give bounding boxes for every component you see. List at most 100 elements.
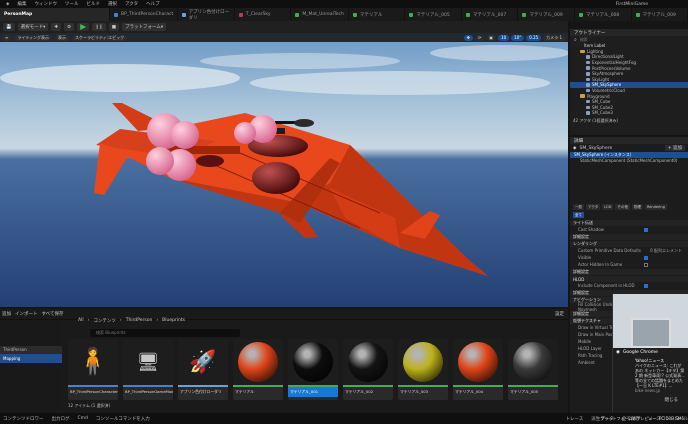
- document-tab[interactable]: マテリアル_009: [518, 8, 575, 21]
- grid-snap-value[interactable]: 10: [498, 34, 510, 41]
- save-icon[interactable]: 💾: [3, 23, 15, 31]
- property-checkbox[interactable]: [644, 255, 648, 260]
- select-mode-button[interactable]: 選択モード ▾: [17, 23, 49, 31]
- asset-type-icon: [635, 12, 640, 17]
- filter-tab[interactable]: Rendering: [644, 204, 667, 211]
- outliner-row-label: PostProcessVolume: [592, 65, 631, 71]
- status-item[interactable]: 出力ログ: [52, 416, 70, 422]
- viewport-option[interactable]: スケーラビリティ:エピック: [72, 34, 128, 41]
- asset-thumbnail: [398, 339, 448, 385]
- property-checkbox[interactable]: [644, 227, 648, 232]
- status-bar: コンテンツドロワー 出力ログ Cmd コンソールコマンドを入力 トレース 派生データ 全て保…: [0, 413, 688, 424]
- rotate-tool-icon[interactable]: ⟳: [474, 34, 485, 41]
- document-tab[interactable]: BP_ThirdPersonCharact: [110, 8, 179, 21]
- filter-tab[interactable]: 物理: [631, 204, 643, 211]
- property-checkbox[interactable]: [644, 283, 648, 288]
- document-tab[interactable]: M_Mat_UnrealTech: [291, 8, 349, 21]
- status-item[interactable]: トレース: [565, 416, 583, 422]
- outliner-search-input[interactable]: 検索: [580, 37, 588, 43]
- document-tab[interactable]: T_ClearSky: [235, 8, 292, 21]
- stop-button[interactable]: ■: [108, 23, 120, 31]
- step-button[interactable]: ❙❙: [92, 23, 106, 31]
- filter-tab[interactable]: 一般: [573, 204, 584, 211]
- folder-tree-item[interactable]: [0, 320, 62, 329]
- move-tool-icon[interactable]: ✥: [463, 34, 473, 41]
- status-item[interactable]: Cmd: [78, 416, 88, 421]
- asset-tile[interactable]: マテリアル_001: [288, 339, 338, 400]
- add-actor-button[interactable]: ✚: [51, 23, 62, 31]
- save-all-button[interactable]: すべて保存: [42, 311, 64, 317]
- viewport-scene: [0, 33, 568, 307]
- menu-item[interactable]: アクタ: [125, 1, 138, 7]
- level-tab[interactable]: PersonMap: [0, 8, 110, 21]
- menu-item[interactable]: 選択: [108, 1, 117, 7]
- asset-tile[interactable]: マテリアル_005: [508, 339, 558, 400]
- status-item[interactable]: コンソールコマンドを入力: [96, 416, 150, 422]
- viewport-toolbar: ≡ ライティング表示 表示 スケーラビリティ:エピック ✥ ⟳ ▣ 10 10°…: [0, 33, 568, 42]
- filter-all-tab[interactable]: 全て: [573, 212, 584, 219]
- add-component-button[interactable]: + 追加: [664, 145, 685, 151]
- outliner-row[interactable]: SM_Cube3: [570, 110, 688, 116]
- asset-search-input[interactable]: 検索 Blueprints: [90, 329, 240, 337]
- rotation-snap-value[interactable]: 10°: [511, 34, 525, 41]
- asset-tile[interactable]: マテリアル: [233, 339, 283, 400]
- property-checkbox[interactable]: [644, 262, 648, 267]
- notification-close-button[interactable]: 閉じる: [613, 397, 688, 403]
- menu-item[interactable]: ビルド: [86, 1, 100, 7]
- menu-item[interactable]: ツール: [65, 1, 79, 7]
- document-tab[interactable]: マテリアル_008: [575, 8, 632, 21]
- material-sphere: [513, 342, 553, 382]
- menu-item[interactable]: ヘルプ: [146, 1, 160, 7]
- ue-logo-icon[interactable]: ◈: [6, 2, 9, 7]
- document-tab[interactable]: マテリアル: [349, 8, 406, 21]
- document-tab[interactable]: アプリン色付けローダリ: [178, 8, 235, 21]
- asset-tile[interactable]: マテリアル_002: [343, 339, 393, 400]
- add-asset-button[interactable]: 追加: [2, 311, 11, 317]
- asset-tile[interactable]: マテリアル_004: [453, 339, 503, 400]
- filter-tab[interactable]: その他: [615, 204, 630, 211]
- asset-tile[interactable]: 🖥 BP_ThirdPersonGameMode: [123, 339, 173, 400]
- asset-type-icon: [182, 12, 186, 17]
- filter-tab[interactable]: LOD: [602, 204, 614, 211]
- folder-tree-item[interactable]: [0, 337, 62, 346]
- play-button[interactable]: [77, 23, 90, 31]
- asset-tile[interactable]: マテリアル_003: [398, 339, 448, 400]
- details-category[interactable]: 詳細設定: [570, 269, 688, 276]
- asset-tile[interactable]: 🧍 BP_ThirdPersonCharacter: [68, 339, 118, 400]
- import-button[interactable]: インポート: [15, 311, 38, 317]
- details-all-row: 全て: [570, 211, 688, 219]
- folder-tree-item[interactable]: [0, 363, 62, 372]
- viewport-option[interactable]: 表示: [55, 34, 70, 41]
- asset-tile[interactable]: 🚀 アプリン色付けローダリ: [178, 339, 228, 400]
- viewport-option[interactable]: ライティング表示: [14, 34, 53, 41]
- breadcrumb-item[interactable]: コンテンツ: [93, 318, 116, 324]
- settings-button[interactable]: 設定: [555, 311, 568, 317]
- details-category[interactable]: 詳細設定: [570, 234, 688, 241]
- camera-speed[interactable]: カメラ 1: [543, 34, 565, 41]
- property-label: Actor Hidden In Game: [578, 262, 623, 268]
- scale-tool-icon[interactable]: ▣: [486, 34, 497, 41]
- status-item[interactable]: コンテンツドロワー: [3, 416, 44, 422]
- platforms-button[interactable]: プラットフォーム ▾: [122, 23, 167, 31]
- scale-snap-value[interactable]: 0.25: [526, 34, 542, 41]
- blueprint-button[interactable]: ⚙: [64, 23, 75, 31]
- folder-tree-item[interactable]: [0, 329, 62, 338]
- document-tab[interactable]: マテリアル_007: [462, 8, 519, 21]
- document-tab[interactable]: マテリアル_005: [405, 8, 462, 21]
- folder-tree-item[interactable]: ThirdPerson: [0, 345, 62, 354]
- level-viewport[interactable]: [0, 33, 568, 307]
- folder-tree-item[interactable]: Mapping: [0, 354, 62, 363]
- outliner-row-label: SkyAtmosphere: [592, 71, 624, 77]
- document-tab[interactable]: マテリアル_009: [632, 8, 688, 21]
- breadcrumb-item[interactable]: All: [78, 318, 84, 324]
- breadcrumb-item[interactable]: Blueprints: [162, 318, 185, 324]
- menu-item[interactable]: ウィンドウ: [34, 1, 57, 7]
- filter-tab[interactable]: アクタ: [586, 204, 601, 211]
- document-tabs: PersonMap BP_ThirdPersonCharact アプリン色付けロー…: [0, 8, 688, 21]
- viewport-menu-button[interactable]: ≡: [2, 34, 12, 41]
- material-sphere: [458, 342, 498, 382]
- asset-type-icon: [522, 12, 527, 17]
- breadcrumb-item[interactable]: ThirdPerson: [126, 318, 153, 324]
- menu-item[interactable]: 編集: [17, 1, 26, 7]
- details-component-row[interactable]: StaticMeshComponent (StaticMeshComponent…: [570, 158, 688, 164]
